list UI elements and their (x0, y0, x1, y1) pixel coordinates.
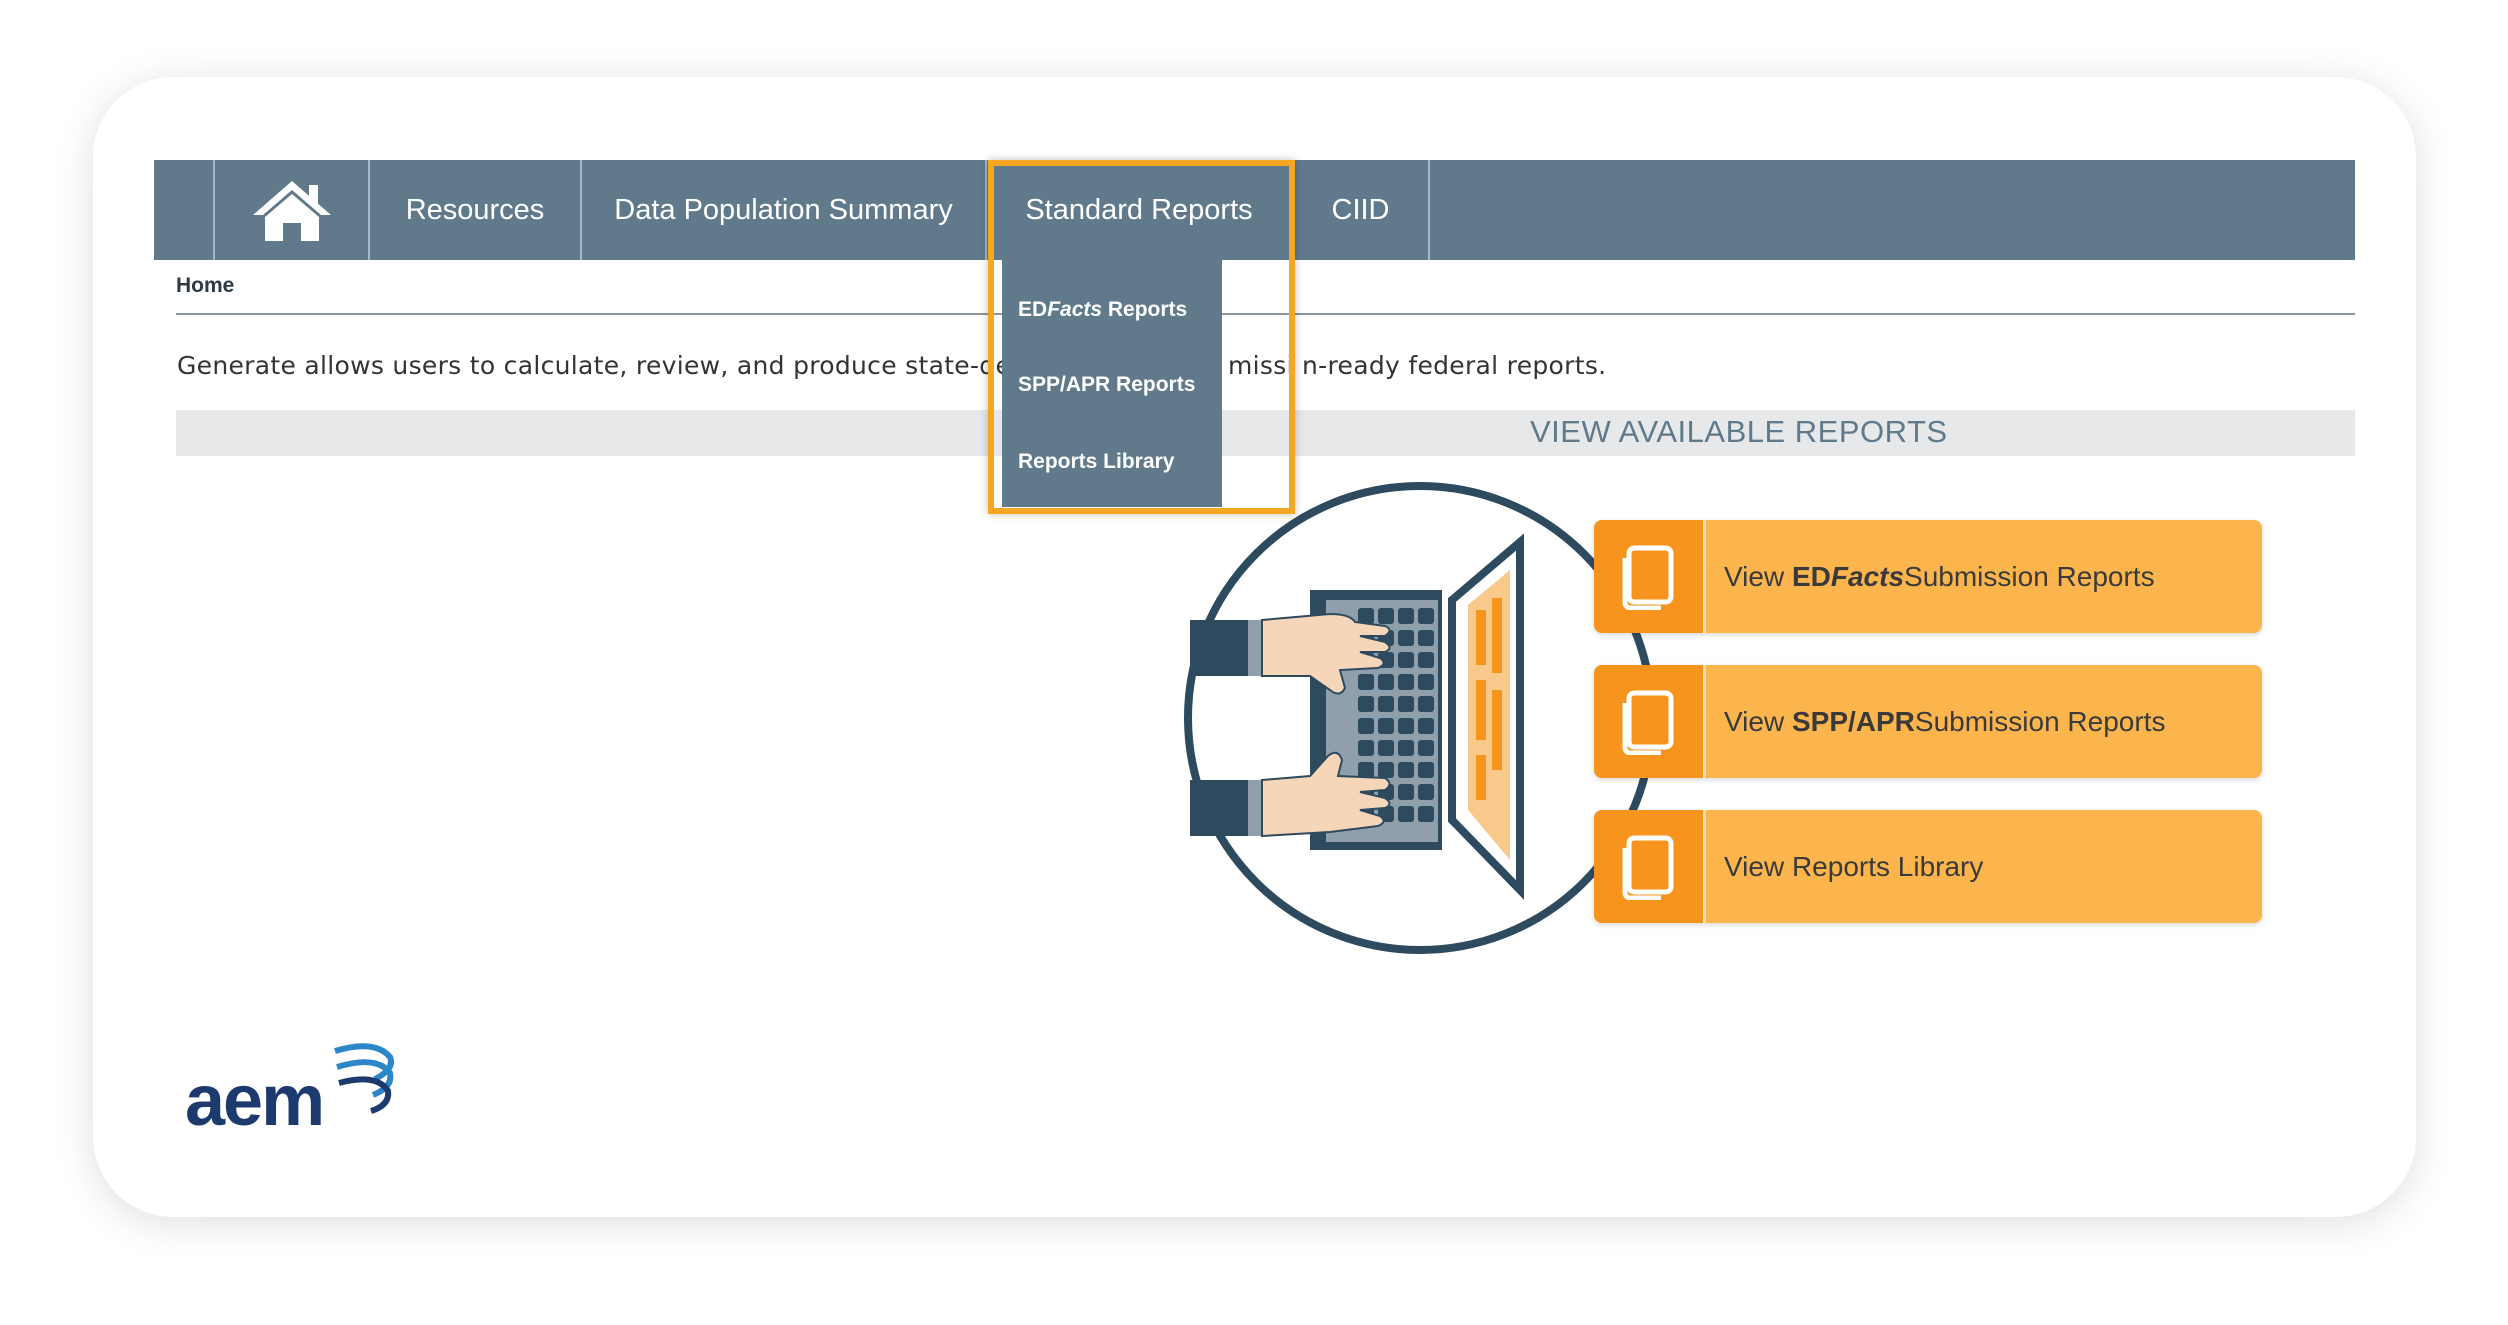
report-icon-container (1594, 520, 1706, 633)
intro-text: Generate allows users to calculate, revi… (177, 351, 1044, 380)
document-icon (1622, 835, 1673, 900)
label-prefix: View (1724, 560, 1785, 592)
nav-resources[interactable]: Resources (370, 160, 582, 260)
view-spp-apr-label: View SPP/APR Submission Reports (1706, 665, 2165, 778)
label-bold: SPP/APR (1791, 705, 1915, 737)
nav-spacer (154, 160, 215, 260)
nav-home-button[interactable] (215, 160, 370, 260)
breadcrumb[interactable]: Home (176, 274, 234, 298)
aem-logo-text: aem (185, 1061, 323, 1135)
label-prefix: View (1724, 705, 1785, 737)
view-spp-apr-reports-button[interactable]: View SPP/APR Submission Reports (1594, 665, 2262, 778)
label-suffix: Submission Reports (1904, 560, 2155, 592)
nav-ciid[interactable]: CIID (1293, 160, 1430, 260)
view-edfacts-label: View ED Facts Submission Reports (1706, 520, 2155, 633)
nav-data-population-summary[interactable]: Data Population Summary (582, 160, 987, 260)
intro-text-start: Generate allows users to calculate, revi… (177, 351, 1044, 380)
aem-logo: aem (185, 1043, 394, 1135)
document-icon (1622, 690, 1673, 755)
label-suffix: Submission Reports (1914, 705, 2166, 737)
label-bold: ED (1791, 560, 1831, 592)
label-bold-italic: Facts (1830, 560, 1905, 592)
view-edfacts-reports-button[interactable]: View ED Facts Submission Reports (1594, 520, 2262, 633)
view-reports-library-button[interactable]: View Reports Library (1594, 810, 2262, 923)
document-icon (1622, 545, 1673, 610)
section-title: VIEW AVAILABLE REPORTS (1530, 414, 1948, 449)
report-icon-container (1594, 665, 1706, 778)
home-icon (252, 181, 331, 241)
view-reports-library-label: View Reports Library (1724, 850, 1984, 882)
report-icon-container (1594, 810, 1706, 923)
standard-reports-highlight (988, 160, 1295, 514)
